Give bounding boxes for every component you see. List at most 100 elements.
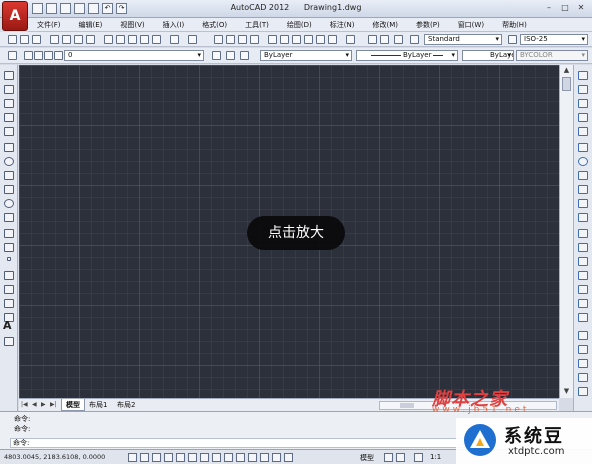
mirror-icon[interactable] — [578, 99, 588, 108]
redo-tool-icon[interactable] — [188, 35, 197, 44]
open-file-icon[interactable] — [20, 35, 29, 44]
sheet-set-icon[interactable] — [304, 35, 313, 44]
publish-icon[interactable] — [74, 35, 83, 44]
quick-view-layouts-icon[interactable] — [384, 453, 393, 462]
tab-layout2[interactable]: 布局2 — [113, 399, 139, 411]
revcloud-icon[interactable] — [4, 171, 14, 180]
spline-icon[interactable] — [4, 185, 14, 194]
layer-dropdown[interactable]: 0 — [64, 50, 204, 61]
pan-icon[interactable] — [214, 35, 223, 44]
selection-cycling-icon[interactable] — [284, 453, 293, 462]
model-space-label[interactable]: 模型 — [360, 453, 374, 463]
block-editor-icon[interactable] — [152, 35, 161, 44]
command-input[interactable]: 命令: — [10, 438, 480, 448]
text-style-icon[interactable] — [368, 35, 377, 44]
menu-modify[interactable]: 修改(M) — [363, 20, 407, 30]
tab-prev-icon[interactable]: ◀ — [32, 401, 37, 408]
lineweight-dropdown[interactable]: ByLayer — [462, 50, 514, 61]
line-icon[interactable] — [4, 71, 14, 80]
menu-parametric[interactable]: 参数(P) — [407, 20, 449, 30]
break-at-point-icon[interactable] — [578, 229, 588, 238]
save-file-icon[interactable] — [32, 35, 41, 44]
dimstyle-tool-icon[interactable] — [508, 35, 517, 44]
move-icon[interactable] — [578, 143, 588, 152]
circle-icon[interactable] — [4, 157, 14, 166]
close-icon[interactable]: ✕ — [574, 2, 588, 14]
draworder-below-icon[interactable] — [578, 359, 588, 368]
dynamic-ucs-icon[interactable] — [224, 453, 233, 462]
menu-insert[interactable]: 插入(I) — [154, 20, 194, 30]
draworder-above-icon[interactable] — [578, 345, 588, 354]
stretch-icon[interactable] — [578, 185, 588, 194]
scroll-up-icon[interactable]: ▲ — [562, 66, 571, 75]
grid-display-icon[interactable] — [152, 453, 161, 462]
explode-icon[interactable] — [578, 313, 588, 322]
qnew-icon[interactable] — [8, 35, 17, 44]
ellipse-arc-icon[interactable] — [4, 213, 14, 222]
menu-window[interactable]: 窗口(W) — [449, 20, 493, 30]
polar-tracking-icon[interactable] — [176, 453, 185, 462]
dim-style-dropdown[interactable]: ISO-25 — [520, 34, 588, 45]
break-icon[interactable] — [578, 243, 588, 252]
layer-states-icon[interactable] — [240, 51, 249, 60]
zoom-window-icon[interactable] — [238, 35, 247, 44]
gradient-icon[interactable] — [4, 285, 14, 294]
insert-block-icon[interactable] — [4, 229, 14, 238]
preview-icon[interactable] — [62, 35, 71, 44]
3d-print-icon[interactable] — [86, 35, 95, 44]
tab-layout1[interactable]: 布局1 — [85, 399, 111, 411]
zoom-previous-icon[interactable] — [250, 35, 259, 44]
blend-icon[interactable] — [578, 299, 588, 308]
quick-properties-icon[interactable] — [272, 453, 281, 462]
ortho-mode-icon[interactable] — [164, 453, 173, 462]
menu-dimension[interactable]: 标注(N) — [321, 20, 364, 30]
hatch-icon[interactable] — [4, 271, 14, 280]
menu-help[interactable]: 帮助(H) — [493, 20, 536, 30]
hscroll-thumb[interactable] — [400, 403, 414, 408]
zoom-hint-label[interactable]: 点击放大 — [247, 216, 345, 250]
array-icon[interactable] — [578, 127, 588, 136]
menu-view[interactable]: 视图(V) — [111, 20, 153, 30]
linetype-dropdown[interactable]: ByLayer — [356, 50, 458, 61]
snap-mode-icon[interactable] — [140, 453, 149, 462]
multiline-text-icon[interactable]: A — [3, 319, 12, 332]
markup-icon[interactable] — [316, 35, 325, 44]
match-properties-icon[interactable] — [140, 35, 149, 44]
arc-icon[interactable] — [4, 143, 14, 152]
vertical-scrollbar[interactable]: ▲ ▼ — [559, 65, 573, 398]
region-icon[interactable] — [4, 299, 14, 308]
undo-tool-icon[interactable] — [170, 35, 179, 44]
lineweight-toggle-icon[interactable] — [248, 453, 257, 462]
make-current-icon[interactable] — [212, 51, 221, 60]
menu-tools[interactable]: 工具(T) — [236, 20, 278, 30]
menu-format[interactable]: 格式(O) — [193, 20, 236, 30]
extend-icon[interactable] — [578, 213, 588, 222]
add-selected-icon[interactable] — [4, 337, 14, 346]
tab-next-icon[interactable]: ▶ — [41, 401, 46, 408]
offset-icon[interactable] — [578, 113, 588, 122]
annotation-scale-label[interactable]: 1:1 — [430, 453, 441, 461]
fillet-icon[interactable] — [578, 285, 588, 294]
join-icon[interactable] — [578, 257, 588, 266]
tool-palettes-icon[interactable] — [292, 35, 301, 44]
ellipse-icon[interactable] — [4, 199, 14, 208]
make-block-icon[interactable] — [4, 243, 14, 252]
color-dropdown[interactable]: ByLayer — [260, 50, 352, 61]
bring-front-icon[interactable] — [578, 373, 588, 382]
minimize-icon[interactable]: – — [542, 2, 556, 14]
dimension-style-icon[interactable] — [380, 35, 389, 44]
erase-icon[interactable] — [578, 71, 588, 80]
calculator-icon[interactable] — [328, 35, 337, 44]
tab-last-icon[interactable]: ▶| — [50, 401, 57, 408]
polygon-icon[interactable] — [4, 113, 14, 122]
transparency-icon[interactable] — [260, 453, 269, 462]
tab-first-icon[interactable]: |◀ — [21, 401, 28, 408]
table-style-icon[interactable] — [394, 35, 403, 44]
construction-line-icon[interactable] — [4, 85, 14, 94]
maximize-icon[interactable]: □ — [558, 2, 572, 14]
layer-previous-icon[interactable] — [226, 51, 235, 60]
object-snap-icon[interactable] — [188, 453, 197, 462]
application-menu-button[interactable]: A — [2, 1, 28, 31]
layer-properties-icon[interactable] — [8, 51, 17, 60]
properties-icon[interactable] — [268, 35, 277, 44]
